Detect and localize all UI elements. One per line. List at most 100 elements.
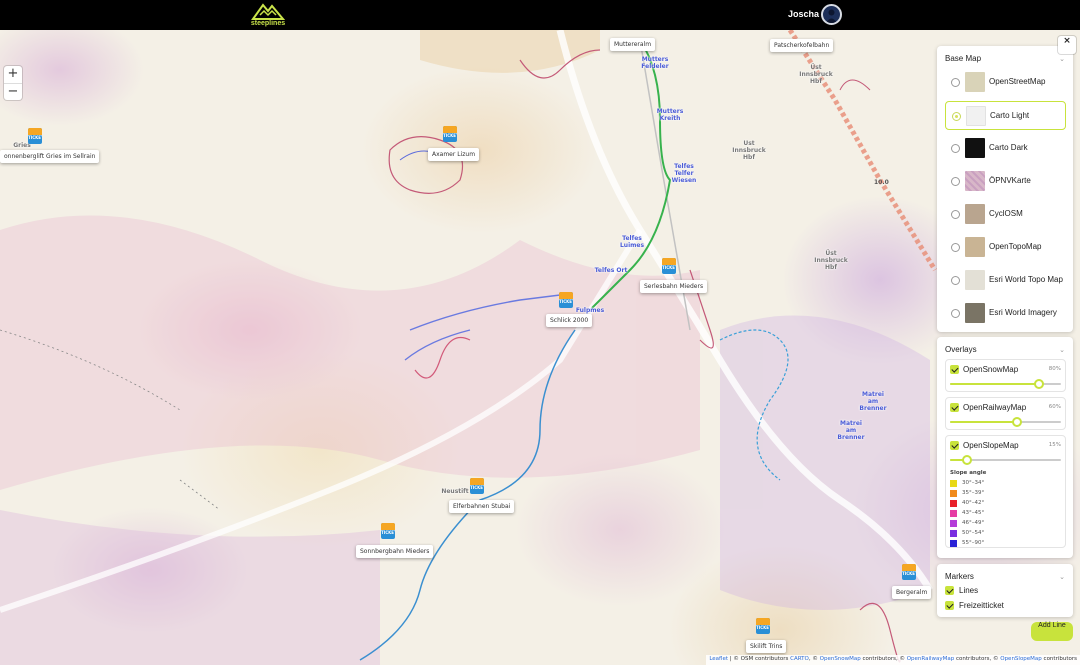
legend-range: 30°–34° xyxy=(962,480,985,486)
attribution-text: | © OSM contributors xyxy=(728,656,791,662)
base-map-title: Base Map xyxy=(945,54,982,63)
base-map-label: Carto Dark xyxy=(989,143,1028,152)
slider-handle[interactable] xyxy=(1033,379,1044,389)
opensnowmap-link[interactable]: OpenSnowMap xyxy=(820,656,861,662)
ski-area-label[interactable]: Axamer Lizum xyxy=(428,148,480,161)
map-thumbnail xyxy=(965,171,985,191)
radio-button[interactable] xyxy=(951,210,960,219)
base-map-option-esri-world-imagery[interactable]: Esri World Imagery xyxy=(945,299,1066,328)
base-map-option-openstreetmap[interactable]: OpenStreetMap xyxy=(945,68,1066,97)
ticket-marker[interactable]: TICKET xyxy=(756,618,770,634)
chevron-down-icon[interactable]: ⌄ xyxy=(1059,346,1065,354)
ticket-marker[interactable]: TICKET xyxy=(902,564,916,580)
radio-button[interactable] xyxy=(951,144,960,153)
base-map-label: Carto Light xyxy=(990,111,1030,120)
overlay-label: OpenSnowMap xyxy=(963,365,1019,374)
checkbox[interactable] xyxy=(950,365,959,374)
ski-area-label[interactable]: onnenberglift Gries im Sellrain xyxy=(0,150,100,163)
opacity-slider[interactable] xyxy=(950,379,1061,389)
user-name[interactable]: Joscha xyxy=(788,9,819,19)
marker-toggle-label: Freizeitticket xyxy=(959,601,1004,610)
place-label: Mutters Feldeler xyxy=(641,56,669,70)
map-tiles xyxy=(0,30,938,665)
ticket-marker[interactable]: TICKET xyxy=(381,523,395,539)
opacity-slider[interactable] xyxy=(950,417,1061,427)
ski-area-label[interactable]: Bergeralm xyxy=(892,586,932,599)
place-label: Matrei am Brenner xyxy=(837,420,865,441)
ski-area-label[interactable]: Muttereralm xyxy=(610,38,656,51)
radio-button[interactable] xyxy=(952,112,961,121)
slider-handle[interactable] xyxy=(961,455,972,465)
place-label: Matrei am Brenner xyxy=(859,391,887,412)
radio-button[interactable] xyxy=(951,309,960,318)
radio-button[interactable] xyxy=(951,78,960,87)
ticket-marker[interactable]: TICKET xyxy=(559,292,573,308)
attribution-text: contributors xyxy=(1041,656,1077,662)
base-map-label: Esri World Imagery xyxy=(989,308,1057,317)
close-panel-button[interactable]: × xyxy=(1058,36,1076,54)
slider-handle[interactable] xyxy=(1011,417,1022,427)
attribution-text: , © xyxy=(808,656,820,662)
slider-fill xyxy=(950,421,1017,423)
openslopemap-link[interactable]: OpenSlopeMap xyxy=(1000,656,1042,662)
legend-swatch xyxy=(950,530,957,537)
legend-range: 35°–39° xyxy=(962,490,985,496)
radio-button[interactable] xyxy=(951,276,960,285)
person-icon xyxy=(826,9,837,23)
ticket-marker[interactable]: TICKET xyxy=(443,126,457,142)
place-label: Telfes Luimes xyxy=(619,235,645,249)
ski-area-label[interactable]: Serlesbahn Mieders xyxy=(640,280,708,293)
map-thumbnail xyxy=(965,204,985,224)
ticket-marker[interactable]: TICKET xyxy=(662,258,676,274)
overlays-title: Overlays xyxy=(945,345,977,354)
ticket-marker[interactable]: TICKET xyxy=(470,478,484,494)
ski-area-label[interactable]: Skilift Trins xyxy=(746,640,787,653)
radio-button[interactable] xyxy=(951,243,960,252)
place-label: 10.0 xyxy=(874,179,889,186)
base-map-panel: Base Map ⌄ OpenStreetMap Carto Light Car… xyxy=(937,46,1073,332)
ticket-marker[interactable]: TICKET xyxy=(28,128,42,144)
base-map-option-esri-world-topo[interactable]: Esri World Topo Map xyxy=(945,266,1066,295)
ski-area-label[interactable]: Sonnbergbahn Mieders xyxy=(356,545,434,558)
radio-button[interactable] xyxy=(951,177,960,186)
ski-area-label[interactable]: Elferbahnen Stubai xyxy=(449,500,515,513)
checkbox[interactable] xyxy=(945,586,954,595)
overlay-opensnowmap: OpenSnowMap 80% xyxy=(945,359,1066,392)
add-line-button[interactable]: Add Line xyxy=(1031,622,1073,641)
openrailwaymap-link[interactable]: OpenRailwayMap xyxy=(907,656,955,662)
app-logo[interactable]: steeplines xyxy=(250,1,286,29)
chevron-down-icon[interactable]: ⌄ xyxy=(1059,573,1065,581)
base-map-option-opnvkarte[interactable]: ÖPNVKarte xyxy=(945,167,1066,196)
checkbox[interactable] xyxy=(950,441,959,450)
place-label: Fulpmes xyxy=(575,307,605,314)
map-thumbnail xyxy=(965,270,985,290)
leaflet-link[interactable]: Leaflet xyxy=(709,656,728,662)
marker-badge: TICKET xyxy=(756,625,770,630)
base-map-option-carto-light[interactable]: Carto Light xyxy=(945,101,1066,130)
map-thumbnail xyxy=(966,106,986,126)
markers-panel: Markers ⌄ Lines Freizeitticket xyxy=(937,564,1073,617)
user-avatar[interactable] xyxy=(821,4,842,25)
slope-legend-title: Slope angle xyxy=(950,470,987,476)
ski-area-label[interactable]: Schlick 2000 xyxy=(546,314,593,327)
zoom-out-button[interactable]: − xyxy=(4,83,22,100)
marker-badge: TICKET xyxy=(902,571,916,576)
marker-badge: TICKET xyxy=(443,133,457,138)
map-canvas[interactable]: Mutters Feldeler Mutters Kreith Telfes T… xyxy=(0,30,1080,665)
base-map-option-carto-dark[interactable]: Carto Dark xyxy=(945,134,1066,163)
base-map-label: ÖPNVKarte xyxy=(989,176,1031,185)
ski-area-label[interactable]: Patscherkofelbahn xyxy=(770,39,834,52)
checkbox[interactable] xyxy=(945,601,954,610)
checkbox[interactable] xyxy=(950,403,959,412)
base-map-option-cyclosm[interactable]: CyclOSM xyxy=(945,200,1066,229)
zoom-in-button[interactable]: + xyxy=(4,66,22,83)
chevron-down-icon[interactable]: ⌄ xyxy=(1059,55,1065,63)
place-label: Üst Innsbruck Hbf xyxy=(799,64,833,85)
carto-link[interactable]: CARTO xyxy=(790,656,809,662)
overlay-openrailwaymap: OpenRailwayMap 60% xyxy=(945,397,1066,430)
legend-range: 50°–54° xyxy=(962,530,985,536)
opacity-slider[interactable] xyxy=(950,455,1061,465)
markers-title: Markers xyxy=(945,572,974,581)
base-map-label: Esri World Topo Map xyxy=(989,275,1063,284)
base-map-option-opentopomap[interactable]: OpenTopoMap xyxy=(945,233,1066,262)
